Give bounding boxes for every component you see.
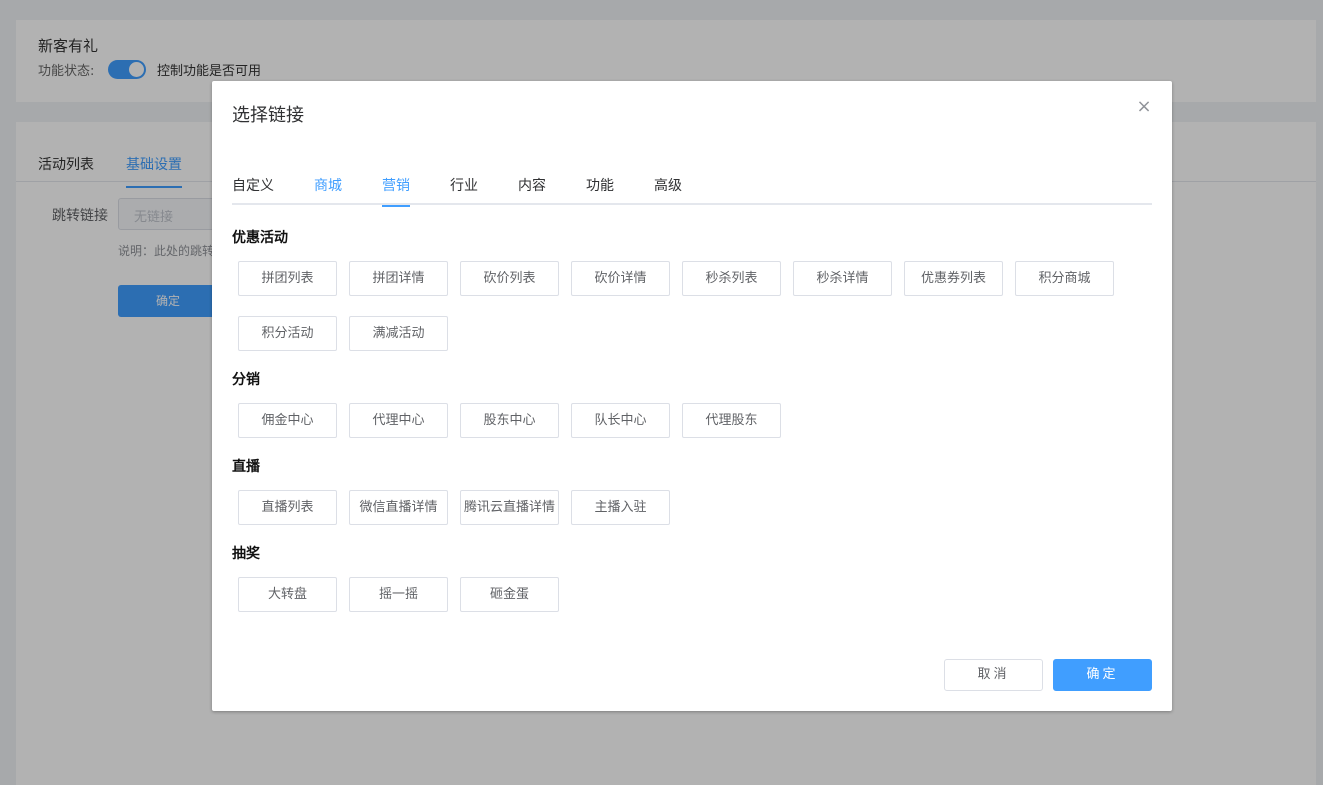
section-title-promotions: 优惠活动 [232,230,288,246]
section-title-lottery: 抽奖 [232,546,260,562]
link-button[interactable]: 拼团列表 [238,261,337,296]
section-title-distribution: 分销 [232,372,260,388]
link-button[interactable]: 队长中心 [571,403,670,438]
link-button[interactable]: 腾讯云直播详情 [460,490,559,525]
tab-advanced[interactable]: 高级 [654,177,682,205]
close-icon[interactable]: × [1136,98,1152,116]
link-button[interactable]: 满减活动 [349,316,448,351]
tab-content[interactable]: 内容 [518,177,546,205]
distribution-links: 佣金中心 代理中心 股东中心 队长中心 代理股东 [238,403,1138,438]
tab-function[interactable]: 功能 [586,177,614,205]
promotions-links: 拼团列表 拼团详情 砍价列表 砍价详情 秒杀列表 秒杀详情 优惠券列表 积分商城… [238,261,1138,351]
link-button[interactable]: 主播入驻 [571,490,670,525]
link-button[interactable]: 微信直播详情 [349,490,448,525]
confirm-button[interactable]: 确定 [1053,659,1152,691]
link-button[interactable]: 积分商城 [1015,261,1114,296]
tab-industry[interactable]: 行业 [450,177,478,205]
section-title-live: 直播 [232,459,260,475]
link-button[interactable]: 积分活动 [238,316,337,351]
tab-custom[interactable]: 自定义 [232,177,274,205]
link-button[interactable]: 秒杀详情 [793,261,892,296]
cancel-button[interactable]: 取消 [944,659,1043,691]
link-button[interactable]: 优惠券列表 [904,261,1003,296]
tab-mall[interactable]: 商城 [314,177,342,205]
link-button[interactable]: 砍价列表 [460,261,559,296]
link-button[interactable]: 直播列表 [238,490,337,525]
link-button[interactable]: 代理股东 [682,403,781,438]
dialog-title: 选择链接 [232,105,304,126]
lottery-links: 大转盘 摇一摇 砸金蛋 [238,577,1138,612]
link-button[interactable]: 股东中心 [460,403,559,438]
select-link-dialog: 选择链接 × 自定义 商城 营销 行业 内容 功能 高级 优惠活动 拼团列表 拼… [212,81,1172,711]
link-button[interactable]: 秒杀列表 [682,261,781,296]
link-button[interactable]: 代理中心 [349,403,448,438]
link-button[interactable]: 拼团详情 [349,261,448,296]
tab-marketing[interactable]: 营销 [382,177,410,207]
live-links: 直播列表 微信直播详情 腾讯云直播详情 主播入驻 [238,490,1138,525]
link-button[interactable]: 大转盘 [238,577,337,612]
link-button[interactable]: 砍价详情 [571,261,670,296]
link-button[interactable]: 摇一摇 [349,577,448,612]
link-button[interactable]: 砸金蛋 [460,577,559,612]
link-type-tabs: 自定义 商城 营销 行业 内容 功能 高级 [232,177,1152,207]
link-button[interactable]: 佣金中心 [238,403,337,438]
